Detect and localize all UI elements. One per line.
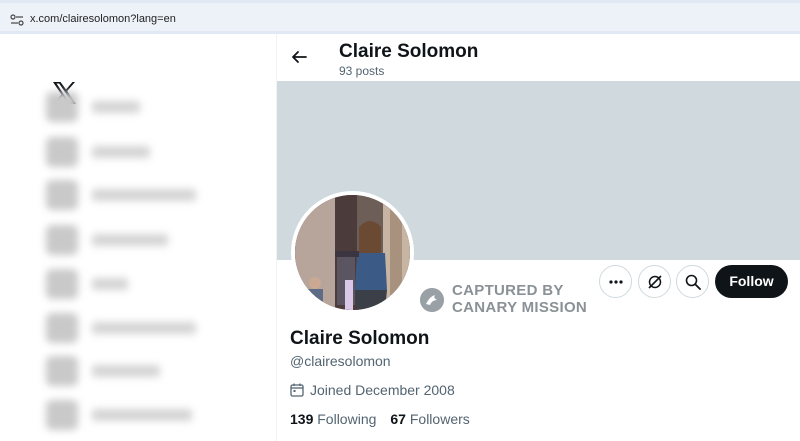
explore-icon xyxy=(46,137,78,167)
sidebar-item-label xyxy=(92,234,168,246)
grok-icon xyxy=(648,275,662,289)
sidebar-item-label xyxy=(92,146,150,158)
search-icon xyxy=(685,274,701,290)
following-link[interactable]: 139 Following xyxy=(290,411,376,427)
profile-name: Claire Solomon xyxy=(290,328,430,349)
sidebar-item-label xyxy=(92,101,140,113)
search-profile-button[interactable] xyxy=(676,265,709,298)
watermark-line-2: CANARY MISSION xyxy=(452,299,588,316)
bell-icon xyxy=(46,180,78,210)
sidebar-item-label xyxy=(92,189,196,201)
followers-link[interactable]: 67 Followers xyxy=(390,411,469,427)
communities-icon xyxy=(46,313,78,343)
sidebar-item-label xyxy=(92,278,128,290)
following-label: Following xyxy=(317,411,377,427)
left-sidebar xyxy=(0,34,276,441)
mail-icon xyxy=(46,225,78,255)
profile-column: Claire Solomon 93 posts CAPTURED BY CANA… xyxy=(277,34,800,441)
watermark-line-1: CAPTURED BY xyxy=(452,282,564,299)
header-title: Claire Solomon xyxy=(339,41,479,62)
home-icon xyxy=(46,92,78,122)
sidebar-item-label xyxy=(92,409,192,421)
following-count: 139 xyxy=(290,411,314,427)
grok-nav-icon xyxy=(46,269,78,299)
grok-button[interactable] xyxy=(638,265,671,298)
join-date-text: Joined December 2008 xyxy=(310,382,455,398)
profile-handle: @clairesolomon xyxy=(290,353,391,369)
canary-logo-icon xyxy=(420,288,444,312)
back-arrow-icon[interactable] xyxy=(291,49,307,65)
avatar-photo xyxy=(295,195,410,310)
followers-label: Followers xyxy=(409,411,470,427)
avatar[interactable] xyxy=(291,191,414,314)
verified-orgs-icon xyxy=(46,400,78,430)
site-settings-icon[interactable] xyxy=(10,14,24,26)
calendar-icon xyxy=(290,383,304,397)
premium-icon xyxy=(46,356,78,386)
followers-count: 67 xyxy=(390,411,406,427)
more-button[interactable] xyxy=(599,265,632,298)
follow-stats: 139 Following 67 Followers xyxy=(290,411,470,427)
more-icon xyxy=(609,280,623,284)
post-count: 93 posts xyxy=(339,64,385,78)
url-field[interactable]: x.com/clairesolomon?lang=en xyxy=(0,3,800,31)
sidebar-item-label xyxy=(92,322,196,334)
follow-button[interactable]: Follow xyxy=(715,265,788,298)
browser-address-bar: x.com/clairesolomon?lang=en xyxy=(0,0,800,34)
sidebar-item-label xyxy=(92,365,160,377)
url-text: x.com/clairesolomon?lang=en xyxy=(30,13,176,25)
